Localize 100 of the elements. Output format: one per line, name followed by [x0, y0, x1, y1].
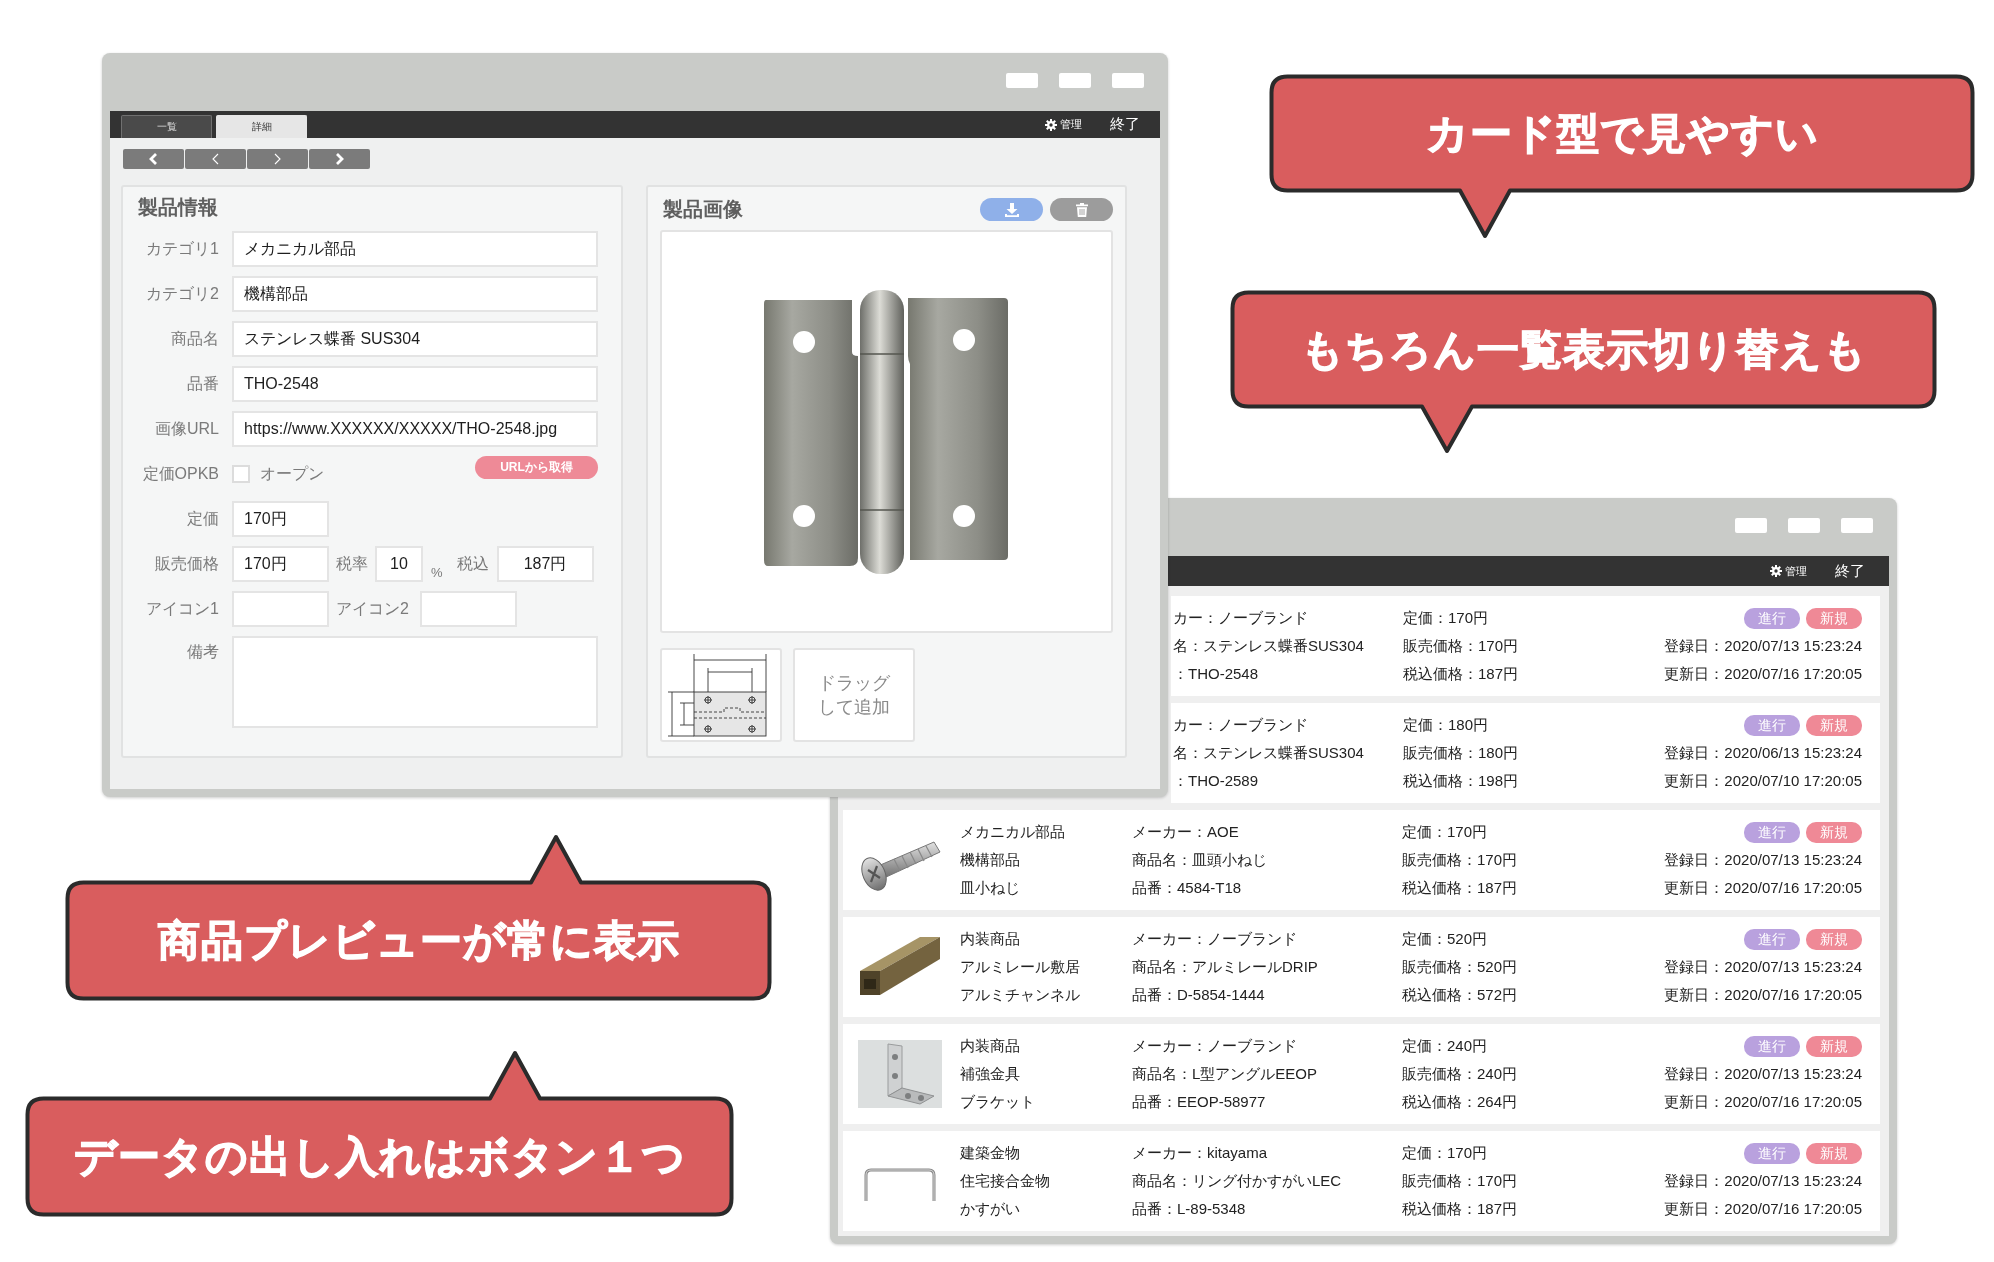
- category-text: ブラケット: [960, 1092, 1036, 1112]
- product-detail-text: 品番：D-5854-1444: [1132, 985, 1266, 1005]
- text-field[interactable]: 170円: [232, 546, 329, 582]
- product-detail-text: 商品名：L型アングルEEOP: [1132, 1064, 1319, 1084]
- text-field[interactable]: [232, 591, 329, 627]
- product-card[interactable]: 建築金物 住宅接合金物 かすがい メーカー：kitayama 商品名：リング付かすがいLEC 品番：L-89-5348 定価：170円 販売価格：170円 税込価格：187円 進行 新規 登録日：2020/07/13 15:23:24 更新日：2020/07/16 17:20:05: [843, 1131, 1880, 1231]
- field-label: 備考: [186, 642, 219, 662]
- tab[interactable]: 一覧: [121, 115, 212, 138]
- product-detail-text: ：THO-2548: [1173, 664, 1260, 684]
- window-control-button[interactable]: [1841, 518, 1873, 533]
- status-badge: 新規: [1806, 928, 1862, 950]
- field-label: 定価: [186, 508, 219, 529]
- exit-button[interactable]: 終了: [1835, 561, 1865, 581]
- status-badge: 進行: [1744, 1142, 1800, 1164]
- settings-icon: [1770, 565, 1782, 577]
- price-text: 税込価格：187円: [1403, 664, 1520, 684]
- checkbox-label: オープン: [260, 463, 324, 484]
- date-text: 更新日：2020/07/16 17:20:05: [1664, 985, 1862, 1005]
- product-card[interactable]: カー：ノーブランド 名：ステンレス蝶番SUS304 ：THO-2589 定価：180円 販売価格：180円 税込価格：198円 進行 新規 登録日：2020/06/13 15:23:24 更新日：2020/07/10 17:20:05: [1171, 703, 1880, 803]
- tab[interactable]: 詳細: [216, 115, 307, 138]
- category-text: 皿小ねじ: [960, 878, 1021, 898]
- date-text: 登録日：2020/07/13 15:23:24: [1664, 1064, 1862, 1084]
- panel-title: 製品情報: [137, 195, 219, 220]
- product-detail-text: 名：ステンレス蝶番SUS304: [1173, 743, 1365, 763]
- callout-text: もちろん一覧表示切り替えも: [1300, 324, 1867, 375]
- window-control-button[interactable]: [1006, 73, 1038, 88]
- status-badge: 進行: [1744, 607, 1800, 629]
- window-control-button[interactable]: [1735, 518, 1767, 533]
- settings-button[interactable]: 管理: [1770, 563, 1807, 579]
- field-label: アイコン2: [336, 598, 409, 619]
- status-badge: 新規: [1806, 607, 1862, 629]
- date-text: 登録日：2020/07/13 15:23:24: [1664, 957, 1862, 977]
- drop-zone[interactable]: ドラッグして追加: [793, 648, 915, 742]
- exit-button[interactable]: 終了: [1110, 115, 1140, 134]
- checkbox[interactable]: [232, 465, 250, 483]
- notes-field[interactable]: [232, 636, 598, 728]
- text-field[interactable]: 187円: [496, 546, 594, 582]
- window-control-button[interactable]: [1788, 518, 1820, 533]
- text-field[interactable]: 機構部品: [232, 276, 598, 312]
- product-card[interactable]: 内装商品 補強金具 ブラケット メーカー：ノーブランド 商品名：L型アングルEEOP 品番：EEOP-58977 定価：240円 販売価格：240円 税込価格：264円 進行 新規 登録日：2020/07/13 15:23:24 更新日：2020/07/16 17:20:05: [843, 1024, 1880, 1124]
- window-control-button[interactable]: [1059, 73, 1091, 88]
- product-detail-text: 商品名：アルミレールDRIP: [1132, 957, 1319, 977]
- delete-button[interactable]: [1050, 198, 1113, 221]
- product-detail-text: 品番：L-89-5348: [1132, 1199, 1247, 1219]
- category-text: アルミレール敷居: [960, 957, 1081, 977]
- product-card[interactable]: メカニカル部品 機構部品 皿小ねじ メーカー：AOE 商品名：皿頭小ねじ 品番：4584-T18 定価：170円 販売価格：170円 税込価格：187円 進行 新規 登録日：2020/07/13 15:23:24 更新日：2020/07/16 17:20:05: [843, 810, 1880, 910]
- text-field[interactable]: 10: [375, 546, 423, 582]
- panel-title: 製品画像: [662, 197, 743, 222]
- text-field[interactable]: [419, 591, 517, 627]
- product-detail-text: カー：ノーブランド: [1173, 608, 1309, 628]
- status-badge: 進行: [1744, 714, 1800, 736]
- callout-text: 商品プレビューが常に表示: [157, 915, 680, 966]
- status-badge: 新規: [1806, 821, 1862, 843]
- product-detail-text: メーカー：kitayama: [1132, 1143, 1269, 1163]
- product-detail-text: 名：ステンレス蝶番SUS304: [1173, 636, 1365, 656]
- field-label: 商品名: [170, 328, 219, 349]
- field-label: 画像URL: [154, 418, 219, 439]
- chevron-right-icon: [272, 153, 283, 165]
- field-label: カテゴリ1: [145, 238, 219, 259]
- text-field[interactable]: メカニカル部品: [232, 231, 598, 267]
- date-text: 登録日：2020/07/13 15:23:24: [1664, 850, 1862, 870]
- status-badge: 進行: [1744, 928, 1800, 950]
- price-text: 税込価格：572円: [1402, 985, 1519, 1005]
- download-icon: [1004, 202, 1019, 217]
- price-text: 定価：180円: [1403, 715, 1490, 735]
- product-detail-text: ：THO-2589: [1173, 771, 1260, 791]
- next-button[interactable]: [247, 149, 308, 169]
- callout-text: データの出し入れはボタン１つ: [73, 1131, 686, 1182]
- settings-icon: [1045, 118, 1057, 131]
- chevron-left-icon: [148, 153, 159, 165]
- field-label: 定価OPKB: [141, 463, 219, 484]
- download-button[interactable]: [980, 198, 1043, 221]
- category-text: 住宅接合金物: [960, 1171, 1051, 1191]
- product-detail-text: 品番：4584-T18: [1132, 878, 1243, 898]
- date-text: 更新日：2020/07/16 17:20:05: [1664, 1092, 1862, 1112]
- text-field[interactable]: 170円: [232, 501, 329, 537]
- price-text: 定価：520円: [1402, 929, 1489, 949]
- text-field[interactable]: ステンレス蝶番 SUS304: [232, 321, 598, 357]
- product-card[interactable]: カー：ノーブランド 名：ステンレス蝶番SUS304 ：THO-2548 定価：170円 販売価格：170円 税込価格：187円 進行 新規 登録日：2020/07/13 15:23:24 更新日：2020/07/16 17:20:05: [1171, 596, 1880, 696]
- text-field[interactable]: https://www.XXXXXX/XXXXX/THO-2548.jpg: [232, 411, 598, 447]
- last-button[interactable]: [309, 149, 370, 169]
- field-label: 販売価格: [154, 553, 219, 574]
- chevron-left-icon: [210, 153, 221, 165]
- category-text: メカニカル部品: [960, 822, 1066, 842]
- window-control-button[interactable]: [1112, 73, 1144, 88]
- price-text: 税込価格：187円: [1402, 878, 1519, 898]
- settings-button[interactable]: 管理: [1045, 117, 1082, 132]
- status-badge: 新規: [1806, 1142, 1862, 1164]
- price-text: 販売価格：170円: [1403, 636, 1520, 656]
- price-text: 販売価格：240円: [1402, 1064, 1519, 1084]
- first-button[interactable]: [123, 149, 184, 169]
- price-text: 税込価格：187円: [1402, 1199, 1519, 1219]
- product-card[interactable]: 内装商品 アルミレール敷居 アルミチャンネル メーカー：ノーブランド 商品名：アルミレールDRIP 品番：D-5854-1444 定価：520円 販売価格：520円 税込価格：572円 進行 新規 登録日：2020/07/13 15:23:24 更新日：2020/07/16 17:20:05: [843, 917, 1880, 1017]
- status-badge: 新規: [1806, 1035, 1862, 1057]
- price-text: 定価：170円: [1402, 822, 1489, 842]
- text-field[interactable]: THO-2548: [232, 366, 598, 402]
- category-text: 内装商品: [960, 929, 1021, 949]
- previous-button[interactable]: [185, 149, 246, 169]
- date-text: 登録日：2020/07/13 15:23:24: [1664, 636, 1862, 656]
- date-text: 更新日：2020/07/16 17:20:05: [1664, 664, 1862, 684]
